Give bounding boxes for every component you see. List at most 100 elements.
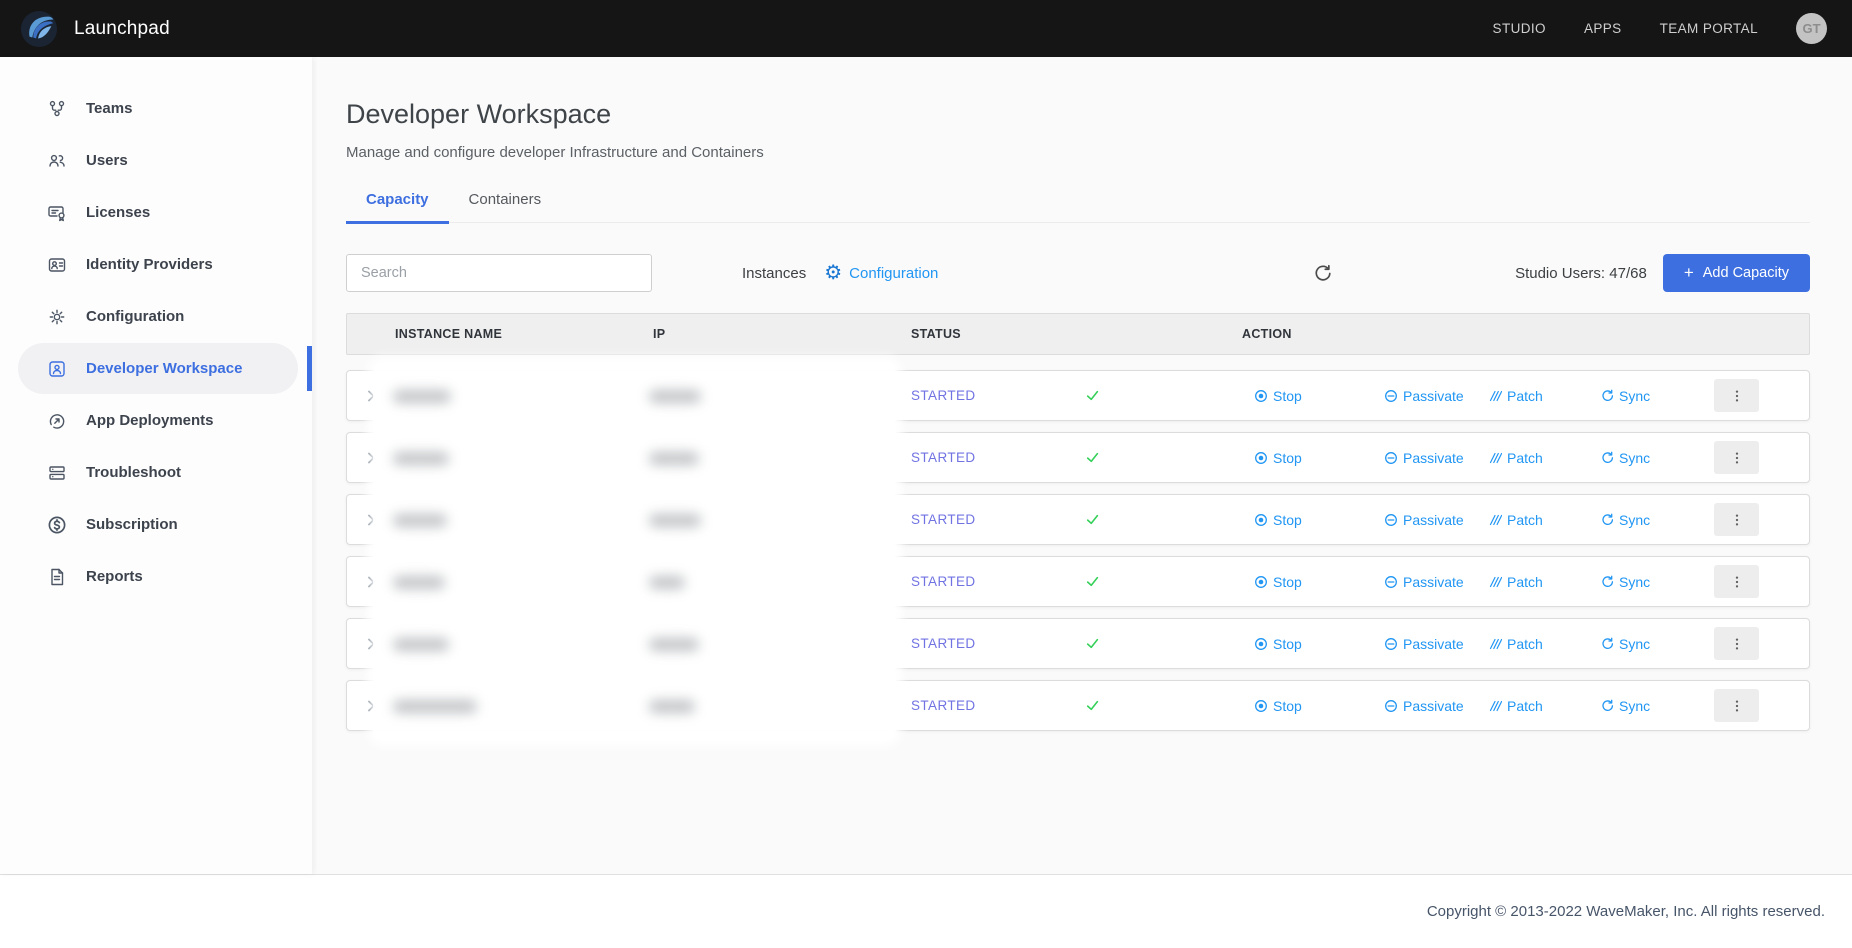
sidebar-item-users[interactable]: Users [18, 135, 298, 186]
expand-chevron-icon[interactable] [347, 636, 395, 652]
add-capacity-label: Add Capacity [1703, 265, 1789, 281]
passivate-action[interactable]: Passivate [1384, 450, 1476, 466]
stop-action[interactable]: Stop [1254, 636, 1372, 652]
sync-icon [1600, 637, 1614, 651]
action-label: Stop [1273, 636, 1302, 652]
sync-action[interactable]: Sync [1600, 636, 1700, 652]
table-row: ..STARTEDStopPassivatePatchSync [346, 432, 1810, 483]
sync-action[interactable]: Sync [1600, 512, 1700, 528]
kebab-icon [1729, 388, 1745, 404]
studio-users-count: Studio Users: 47/68 [1515, 265, 1647, 282]
topbar-link-apps[interactable]: APPS [1584, 21, 1622, 36]
sidebar-item-subscription[interactable]: Subscription [18, 499, 298, 550]
wavemaker-logo-icon [20, 10, 58, 48]
tab-containers[interactable]: Containers [449, 191, 562, 224]
configuration-link[interactable]: ⚙ Configuration [824, 263, 938, 283]
row-menu-button[interactable] [1714, 627, 1759, 660]
status-check-icon [1076, 697, 1242, 714]
topbar-nav: STUDIO APPS TEAM PORTAL GT [1493, 13, 1827, 44]
expand-chevron-icon[interactable] [347, 574, 395, 590]
sidebar-item-developer-workspace[interactable]: Developer Workspace [18, 343, 298, 394]
plus-icon: + [1684, 263, 1694, 283]
passivate-action[interactable]: Passivate [1384, 636, 1476, 652]
passivate-action[interactable]: Passivate [1384, 574, 1476, 590]
expand-chevron-icon[interactable] [347, 388, 395, 404]
passivate-action[interactable]: Passivate [1384, 698, 1476, 714]
column-header-ip: IP [653, 327, 911, 341]
action-label: Patch [1507, 388, 1543, 404]
status-badge: STARTED [911, 574, 1076, 589]
refresh-icon[interactable] [1309, 260, 1335, 286]
table-row: .. STARTED Stop Passivate Patch Sync [346, 370, 1810, 421]
sidebar-item-label: Licenses [86, 204, 150, 221]
expand-chevron-icon[interactable] [347, 698, 395, 714]
sidebar-item-licenses[interactable]: Licenses [18, 187, 298, 238]
tab-capacity[interactable]: Capacity [346, 191, 449, 224]
brand-name: Launchpad [74, 18, 170, 40]
action-label: Passivate [1403, 388, 1464, 404]
patch-action[interactable]: Patch [1488, 450, 1588, 466]
sync-action[interactable]: Sync [1600, 698, 1700, 714]
sync-action[interactable]: Sync [1600, 574, 1700, 590]
instance-name-prefix: .. [395, 636, 402, 651]
patch-action[interactable]: Patch [1488, 698, 1588, 714]
licenses-icon [47, 203, 67, 223]
sidebar-item-label: App Deployments [86, 412, 214, 429]
tab-bar: CapacityContainers [346, 191, 1810, 223]
sync-action[interactable]: Sync [1600, 450, 1700, 466]
kebab-icon [1729, 636, 1745, 652]
sidebar-item-reports[interactable]: Reports [18, 551, 298, 602]
add-capacity-button[interactable]: + Add Capacity [1663, 254, 1810, 292]
identity-providers-icon [47, 255, 67, 275]
expand-chevron-icon[interactable] [347, 450, 395, 466]
status-check-icon [1076, 511, 1242, 528]
patch-action[interactable]: Patch [1488, 512, 1588, 528]
sync-icon [1600, 699, 1614, 713]
row-menu-button[interactable] [1714, 379, 1759, 412]
topbar-link-studio[interactable]: STUDIO [1493, 21, 1546, 36]
column-header-status: STATUS [911, 327, 1242, 341]
stop-action[interactable]: Stop [1254, 574, 1372, 590]
passivate-action[interactable]: Passivate [1384, 512, 1476, 528]
stop-action[interactable]: Stop [1254, 388, 1372, 404]
main-content: Developer Workspace Manage and configure… [312, 57, 1852, 874]
sync-action[interactable]: Sync [1600, 388, 1700, 404]
stop-action[interactable]: Stop [1254, 698, 1372, 714]
instance-name-cell: .. [395, 388, 653, 403]
topbar-link-team-portal[interactable]: TEAM PORTAL [1660, 21, 1758, 36]
status-badge: STARTED [911, 636, 1076, 651]
sidebar-item-troubleshoot[interactable]: Troubleshoot [18, 447, 298, 498]
row-menu-button[interactable] [1714, 689, 1759, 722]
stop-action[interactable]: Stop [1254, 450, 1372, 466]
row-menu-button[interactable] [1714, 441, 1759, 474]
stop-icon [1254, 575, 1268, 589]
instance-name-prefix: .. [395, 698, 402, 713]
action-label: Stop [1273, 574, 1302, 590]
sidebar-item-teams[interactable]: Teams [18, 83, 298, 134]
action-label: Patch [1507, 698, 1543, 714]
status-badge: STARTED [911, 388, 1076, 403]
passivate-action[interactable]: Passivate [1384, 388, 1476, 404]
search-input[interactable] [346, 254, 652, 292]
instance-name-cell: .. [395, 450, 653, 465]
row-menu-button[interactable] [1714, 565, 1759, 598]
stop-action[interactable]: Stop [1254, 512, 1372, 528]
table-row: ..STARTEDStopPassivatePatchSync [346, 680, 1810, 731]
patch-action[interactable]: Patch [1488, 574, 1588, 590]
patch-action[interactable]: Patch [1488, 636, 1588, 652]
gear-icon: ⚙ [824, 263, 842, 283]
patch-icon [1488, 513, 1502, 527]
user-avatar[interactable]: GT [1796, 13, 1827, 44]
expand-chevron-icon[interactable] [347, 512, 395, 528]
instance-name-cell: .. [395, 698, 653, 713]
sidebar-item-app-deployments[interactable]: App Deployments [18, 395, 298, 446]
sync-icon [1600, 513, 1614, 527]
sync-icon [1600, 389, 1614, 403]
passivate-icon [1384, 575, 1398, 589]
sidebar-item-label: Teams [86, 100, 132, 117]
sidebar-item-identity-providers[interactable]: Identity Providers [18, 239, 298, 290]
row-menu-button[interactable] [1714, 503, 1759, 536]
sidebar-item-configuration[interactable]: Configuration [18, 291, 298, 342]
patch-action[interactable]: Patch [1488, 388, 1588, 404]
kebab-icon [1729, 450, 1745, 466]
